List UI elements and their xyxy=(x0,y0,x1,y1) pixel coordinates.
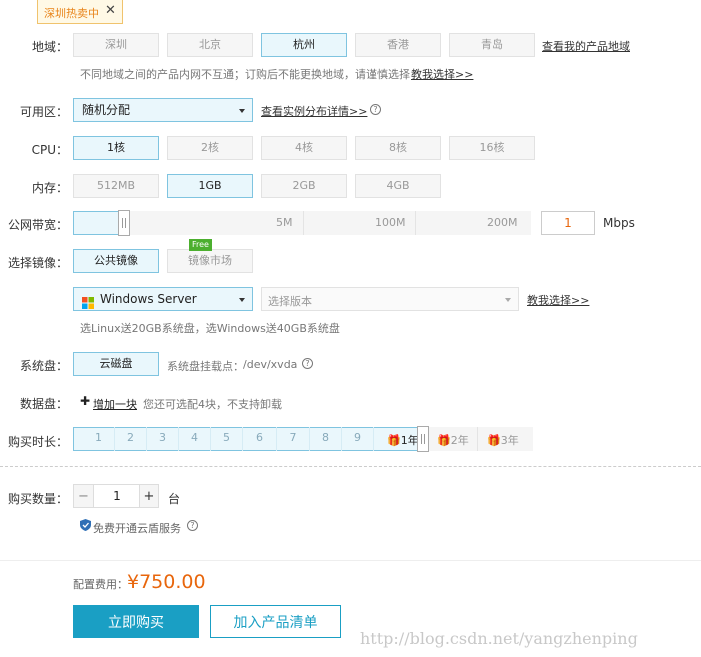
duration-month-1[interactable]: 1 xyxy=(83,427,115,451)
close-icon[interactable]: ✕ xyxy=(105,3,116,18)
cpu-option-2[interactable]: 2核 xyxy=(167,136,253,160)
gift-icon: 🎁 xyxy=(487,434,501,447)
my-region-link[interactable]: 查看我的产品地域 xyxy=(542,38,630,54)
region-label: 地域： xyxy=(31,40,68,54)
memory-option-4gb[interactable]: 4GB xyxy=(355,174,441,198)
promo-tag-label: 深圳热卖中 xyxy=(44,7,99,20)
gift-icon: 🎁 xyxy=(387,434,401,447)
bandwidth-input[interactable] xyxy=(541,211,595,235)
duration-year-1[interactable]: 🎁1年 xyxy=(387,432,419,448)
version-select[interactable]: 选择版本 xyxy=(261,287,519,311)
bandwidth-tick-100m: 100M xyxy=(375,216,406,229)
shield-icon xyxy=(80,519,91,531)
region-option-hongkong[interactable]: 香港 xyxy=(355,33,441,57)
cpu-label: CPU： xyxy=(31,143,68,157)
cpu-option-1[interactable]: 1核 xyxy=(73,136,159,160)
bandwidth-slider-handle[interactable] xyxy=(118,210,130,236)
help-icon[interactable]: ? xyxy=(370,104,381,115)
duration-month-9[interactable]: 9 xyxy=(342,427,374,451)
bandwidth-tick-200m: 200M xyxy=(487,216,518,229)
add-data-disk-link[interactable]: 增加一块 xyxy=(93,396,137,412)
price-amount: ¥750.00 xyxy=(127,571,206,593)
add-to-list-button[interactable]: 加入产品清单 xyxy=(210,605,341,638)
image-label: 选择镜像： xyxy=(7,256,68,270)
quantity-plus-button[interactable]: + xyxy=(139,485,158,507)
bandwidth-unit: Mbps xyxy=(603,216,635,230)
duration-month-6[interactable]: 6 xyxy=(243,427,277,451)
zone-label: 可用区： xyxy=(19,105,68,119)
chevron-down-icon xyxy=(239,109,245,113)
memory-label: 内存： xyxy=(31,181,68,195)
duration-month-5[interactable]: 5 xyxy=(211,427,243,451)
quantity-minus-button[interactable]: − xyxy=(74,485,94,507)
duration-month-3[interactable]: 3 xyxy=(147,427,179,451)
cpu-option-4[interactable]: 4核 xyxy=(261,136,347,160)
memory-option-1gb[interactable]: 1GB xyxy=(167,174,253,198)
image-help-link[interactable]: 教我选择>> xyxy=(527,292,589,308)
version-select-placeholder: 选择版本 xyxy=(268,295,312,308)
gift-icon: 🎁 xyxy=(437,434,451,447)
region-help-link[interactable]: 教我选择>> xyxy=(411,66,473,82)
region-option-hangzhou[interactable]: 杭州 xyxy=(261,33,347,57)
duration-month-4[interactable]: 4 xyxy=(179,427,211,451)
cpu-option-16[interactable]: 16核 xyxy=(449,136,535,160)
bandwidth-tick-5m: 5M xyxy=(276,216,293,229)
region-note: 不同地域之间的产品内网不互通；订购后不能更换地域，请谨慎选择 xyxy=(80,68,410,81)
duration-slider[interactable]: 1 2 3 4 5 6 7 8 9 🎁1年 🎁2年 🎁3年 xyxy=(73,426,533,452)
duration-month-7[interactable]: 7 xyxy=(277,427,310,451)
bandwidth-label: 公网带宽： xyxy=(7,218,68,232)
bandwidth-slider[interactable]: 5M 100M 200M xyxy=(73,210,531,236)
plus-icon[interactable]: ✚ xyxy=(80,394,90,408)
data-disk-label: 数据盘： xyxy=(19,397,68,411)
quantity-label: 购买数量： xyxy=(7,492,68,506)
os-select[interactable]: Windows Server xyxy=(73,287,253,311)
free-badge: Free xyxy=(189,239,212,251)
os-select-value: Windows Server xyxy=(100,292,197,306)
memory-option-2gb[interactable]: 2GB xyxy=(261,174,347,198)
quantity-stepper: − + xyxy=(73,484,159,508)
image-note: 选Linux送20GB系统盘，选Windows送40GB系统盘 xyxy=(80,322,340,335)
footer-bar: 配置费用： ¥750.00 立即购买 加入产品清单 http://blog.cs… xyxy=(0,560,701,657)
data-disk-note: 您还可选配4块，不支持卸载 xyxy=(143,398,282,411)
duration-month-8[interactable]: 8 xyxy=(310,427,342,451)
zone-select-value: 随机分配 xyxy=(82,103,131,117)
watermark: http://blog.csdn.net/yangzhenping xyxy=(360,629,638,648)
help-icon[interactable]: ? xyxy=(187,520,198,531)
chevron-down-icon xyxy=(239,298,245,302)
cpu-option-8[interactable]: 8核 xyxy=(355,136,441,160)
system-disk-label: 系统盘： xyxy=(19,359,68,373)
mount-point-value: /dev/xvda xyxy=(243,358,298,371)
image-option-public[interactable]: 公共镜像 xyxy=(73,249,159,273)
section-divider xyxy=(0,466,701,467)
system-disk-option-cloud[interactable]: 云磁盘 xyxy=(73,352,159,376)
duration-slider-handle[interactable] xyxy=(417,426,429,452)
region-option-qingdao[interactable]: 青岛 xyxy=(449,33,535,57)
windows-logo-icon xyxy=(82,294,94,309)
price-label: 配置费用： xyxy=(73,578,128,591)
region-option-beijing[interactable]: 北京 xyxy=(167,33,253,57)
promo-tag: 深圳热卖中 ✕ xyxy=(37,0,123,24)
zone-select[interactable]: 随机分配 xyxy=(73,98,253,122)
shield-service-text: 免费开通云盾服务 xyxy=(93,522,181,535)
bandwidth-slider-fill xyxy=(73,211,121,235)
image-option-market[interactable]: 镜像市场 xyxy=(167,249,253,273)
zone-distribution-link[interactable]: 查看实例分布详情>> xyxy=(261,103,367,119)
quantity-unit: 台 xyxy=(168,492,181,506)
region-option-shenzhen[interactable]: 深圳 xyxy=(73,33,159,57)
memory-option-512mb[interactable]: 512MB xyxy=(73,174,159,198)
mount-point-label: 系统盘挂载点： xyxy=(167,360,244,373)
duration-year-2[interactable]: 🎁2年 xyxy=(437,432,469,448)
quantity-input[interactable] xyxy=(95,485,139,507)
duration-month-2[interactable]: 2 xyxy=(115,427,147,451)
chevron-down-icon xyxy=(505,298,511,302)
duration-year-3[interactable]: 🎁3年 xyxy=(487,432,519,448)
duration-label: 购买时长： xyxy=(7,435,68,449)
buy-now-button[interactable]: 立即购买 xyxy=(73,605,199,638)
help-icon[interactable]: ? xyxy=(302,358,313,369)
